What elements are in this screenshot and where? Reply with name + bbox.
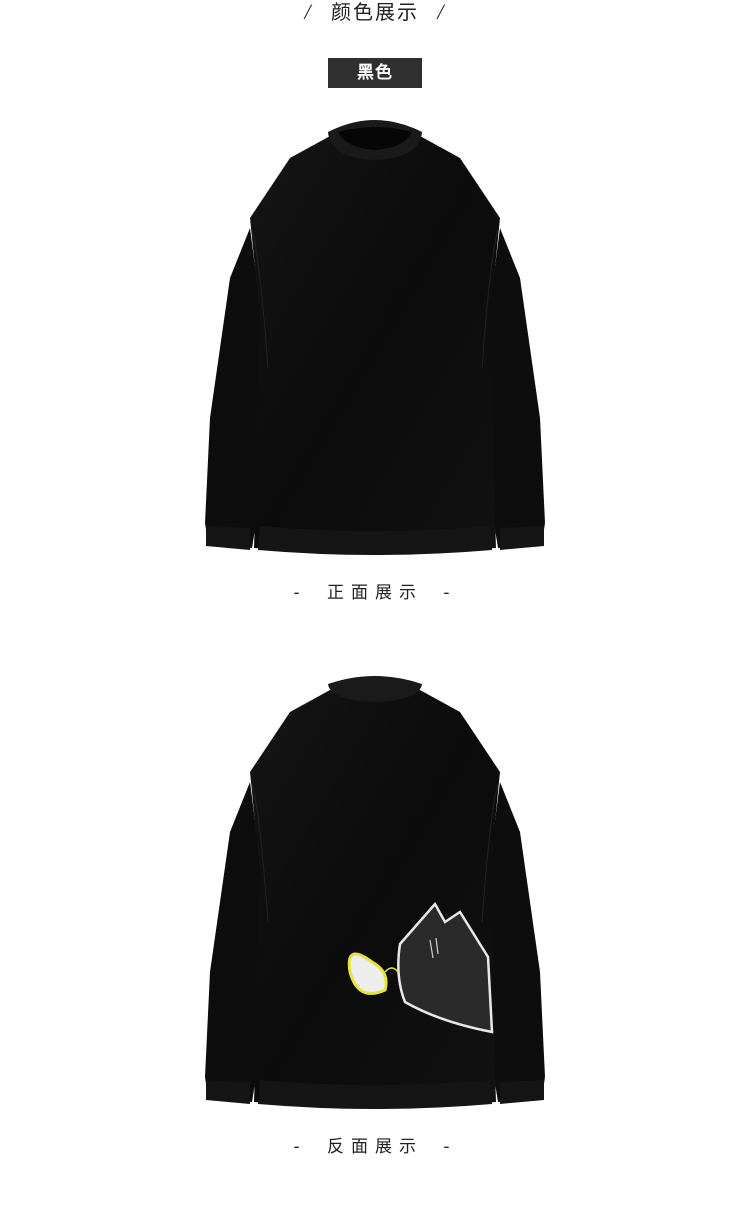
page-title: 颜色展示 xyxy=(331,0,419,24)
back-caption: - 反面展示 - xyxy=(0,1132,750,1157)
back-caption-text: 反面展示 xyxy=(327,1137,423,1157)
front-caption: - 正面展示 - xyxy=(0,578,750,603)
title-slash-right: / xyxy=(437,0,446,24)
back-caption-dash-right: - xyxy=(443,1137,457,1157)
section-title: / 颜色展示 / xyxy=(0,0,750,26)
sweater-front-image xyxy=(205,120,545,555)
color-badge: 黑色 xyxy=(328,58,422,88)
back-caption-dash-left: - xyxy=(293,1137,307,1157)
title-slash-left: / xyxy=(304,0,313,24)
sweater-back-image xyxy=(205,676,545,1109)
front-caption-dash-right: - xyxy=(443,583,457,603)
front-caption-dash-left: - xyxy=(293,583,307,603)
front-caption-text: 正面展示 xyxy=(327,583,423,603)
